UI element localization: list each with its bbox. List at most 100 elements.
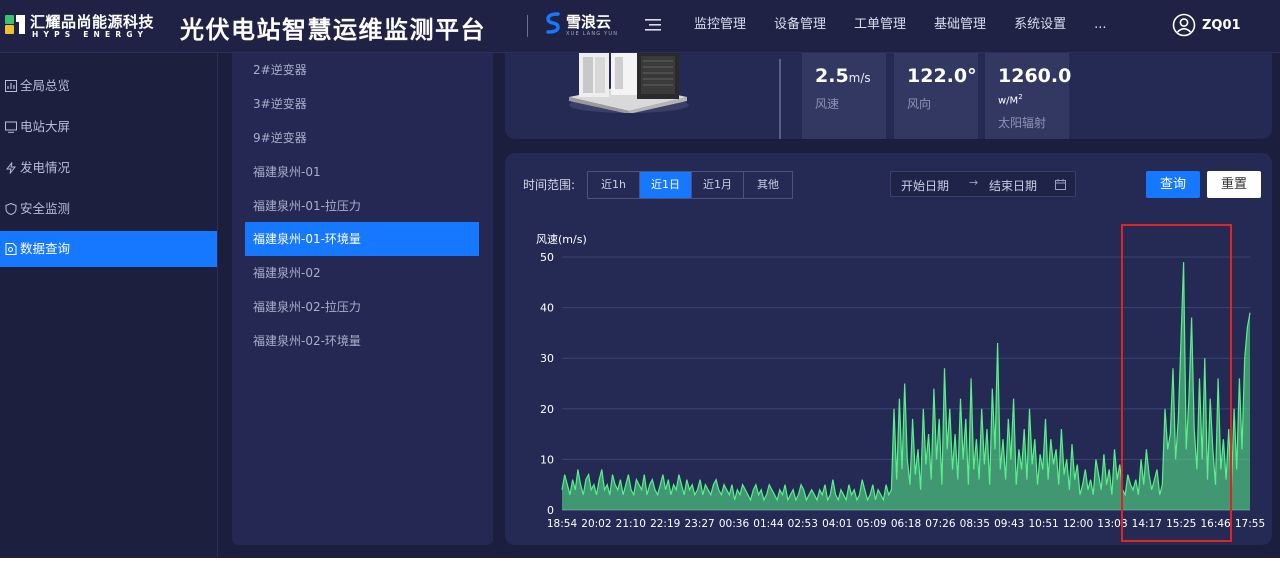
x-tick-label: 13:08: [1097, 518, 1127, 530]
time-range-label: 时间范围:: [523, 178, 576, 192]
sidebar-item-big-screen[interactable]: 电站大屏: [0, 109, 217, 145]
time-range-selector: 近1h 近1日 近1月 其他: [587, 171, 793, 199]
brand-name-en: XUE LANG YUN: [566, 31, 619, 37]
x-tick-label: 00:36: [719, 518, 750, 530]
range-other-button[interactable]: 其他: [744, 172, 792, 198]
x-axis-ticks: 18:54 20:02 21:10 22:19 23:27 00:36 01:44 02:53…: [547, 518, 1265, 530]
dashboard-icon: [5, 80, 17, 92]
sidebar-item-label: 安全监测: [20, 201, 71, 216]
x-tick-label: 05:09: [856, 518, 886, 530]
nav-item-work-orders[interactable]: 工单管理: [840, 0, 920, 52]
sidebar-item-label: 电站大屏: [20, 119, 71, 134]
x-tick-label: 06:18: [891, 518, 921, 530]
date-range-arrow-icon: →: [969, 176, 979, 189]
y-axis-label: 风速(m/s): [536, 233, 587, 246]
x-tick-label: 15:25: [1166, 518, 1196, 530]
user-name: ZQ01: [1202, 17, 1241, 33]
brand-name: 雪浪云: [566, 13, 612, 31]
nav-item-basic[interactable]: 基础管理: [920, 0, 1000, 52]
nav-item-settings[interactable]: 系统设置: [1000, 0, 1080, 52]
sidebar-item-safety-monitoring[interactable]: 安全监测: [0, 191, 217, 227]
brand-logo-icon: [546, 12, 560, 34]
wind-speed-unit: m/s: [848, 71, 871, 85]
device-item[interactable]: 福建泉州-01: [245, 155, 479, 189]
wind-speed-chart: 风速(m/s) 0 10 20 30 40 50 18:54 20:02 21:10 22:19…: [536, 233, 1265, 530]
device-list-panel: 2#逆变器 3#逆变器 9#逆变器 福建泉州-01 福建泉州-01-拉压力 福建…: [232, 53, 493, 545]
x-tick-label: 21:10: [616, 518, 646, 530]
y-tick-label: 40: [540, 302, 554, 315]
company-logo-icon: [5, 15, 25, 34]
device-item[interactable]: 2#逆变器: [245, 53, 479, 87]
x-tick-label: 16:46: [1200, 518, 1231, 530]
x-tick-label: 20:02: [581, 518, 611, 530]
nav-item-monitoring[interactable]: 监控管理: [680, 0, 760, 52]
solar-radiation-unit-exponent: 2: [1018, 93, 1023, 101]
x-tick-label: 07:26: [925, 518, 956, 530]
device-item[interactable]: 福建泉州-02: [245, 256, 479, 290]
x-tick-label: 14:17: [1132, 518, 1162, 530]
y-axis-ticks: 0 10 20 30 40 50: [540, 251, 554, 517]
metric-wind-speed: 2.5m/s 风速: [802, 53, 886, 139]
solar-radiation-unit: w/M2: [998, 93, 1023, 106]
sidebar-item-label: 数据查询: [20, 241, 71, 256]
device-item[interactable]: 3#逆变器: [245, 87, 479, 121]
shield-icon: [5, 203, 17, 215]
metric-label: 风向: [907, 97, 932, 111]
company-name: 汇耀品尚能源科技: [30, 13, 155, 31]
device-item[interactable]: 福建泉州-01-拉压力: [245, 189, 479, 223]
metric-solar-radiation: 1260.0 w/M2 太阳辐射: [985, 53, 1071, 139]
y-tick-label: 10: [540, 453, 554, 466]
x-tick-label: 10:51: [1028, 518, 1058, 530]
x-tick-label: 23:27: [684, 518, 714, 530]
monitor-icon: [5, 121, 17, 133]
query-button[interactable]: 查询: [1146, 171, 1200, 198]
y-tick-label: 20: [540, 403, 554, 416]
range-1d-button[interactable]: 近1日: [640, 172, 692, 198]
company-logo: 汇耀品尚能源科技 HYPS ENERGY: [4, 10, 168, 42]
menu-toggle-icon[interactable]: [645, 17, 663, 33]
y-tick-label: 50: [540, 251, 554, 264]
device-item-selected[interactable]: 福建泉州-01-环境量: [245, 222, 479, 256]
nav-item-devices[interactable]: 设备管理: [760, 0, 840, 52]
y-tick-label: 0: [547, 504, 554, 517]
chart-panel: 时间范围: 近1h 近1日 近1月 其他 开始日期 → 结束日期 查询 重置 风…: [505, 153, 1272, 545]
date-range-picker[interactable]: 开始日期 → 结束日期: [890, 171, 1076, 197]
metric-wind-direction: 122.0° 风向: [894, 53, 978, 139]
range-1h-button[interactable]: 近1h: [588, 172, 640, 198]
solar-radiation-unit-base: w/M: [998, 95, 1019, 107]
x-tick-label: 01:44: [753, 518, 784, 530]
device-item[interactable]: 福建泉州-02-环境量: [245, 324, 479, 358]
top-header: 汇耀品尚能源科技 HYPS ENERGY 光伏电站智慧运维监测平台 雪浪云 XU…: [0, 0, 1280, 53]
metric-label: 风速: [815, 97, 840, 111]
range-1m-button[interactable]: 近1月: [692, 172, 744, 198]
sidebar-item-label: 发电情况: [20, 160, 71, 175]
lightning-icon: [5, 162, 17, 174]
nav-item-more[interactable]: ...: [1080, 0, 1120, 52]
sidebar-item-overview[interactable]: 全局总览: [0, 68, 217, 104]
app-window: 汇耀品尚能源科技 HYPS ENERGY 光伏电站智慧运维监测平台 雪浪云 XU…: [0, 0, 1280, 558]
end-date-input[interactable]: 结束日期: [989, 177, 1037, 194]
wind-speed-value: 2.5: [815, 65, 849, 87]
wind-direction-value: 122.0°: [907, 65, 977, 87]
device-item[interactable]: 福建泉州-02-拉压力: [245, 290, 479, 324]
main-nav: 监控管理 设备管理 工单管理 基础管理 系统设置 ...: [680, 0, 1120, 52]
user-menu[interactable]: ZQ01: [1172, 12, 1241, 38]
company-name-en: HYPS ENERGY: [32, 30, 149, 39]
x-tick-label: 12:00: [1063, 518, 1093, 530]
x-tick-label: 18:54: [547, 518, 578, 530]
x-tick-label: 02:53: [788, 518, 818, 530]
start-date-input[interactable]: 开始日期: [901, 177, 949, 194]
x-tick-label: 17:55: [1235, 518, 1265, 530]
partner-brand: 雪浪云 XUE LANG YUN: [545, 10, 619, 40]
y-tick-label: 30: [540, 352, 554, 365]
reset-button[interactable]: 重置: [1207, 171, 1261, 198]
weather-station-illustration: [569, 53, 689, 113]
header-divider: [527, 15, 528, 37]
device-item[interactable]: 9#逆变器: [245, 121, 479, 155]
sidebar-item-data-query[interactable]: 数据查询: [0, 231, 217, 267]
series-area: [562, 262, 1250, 510]
station-info-card: 2.5m/s 风速 122.0° 风向 1260.0 w/M2 太阳辐射: [505, 53, 1272, 139]
x-tick-label: 22:19: [650, 518, 680, 530]
sidebar-item-power-generation[interactable]: 发电情况: [0, 150, 217, 186]
card-divider: [779, 59, 781, 139]
